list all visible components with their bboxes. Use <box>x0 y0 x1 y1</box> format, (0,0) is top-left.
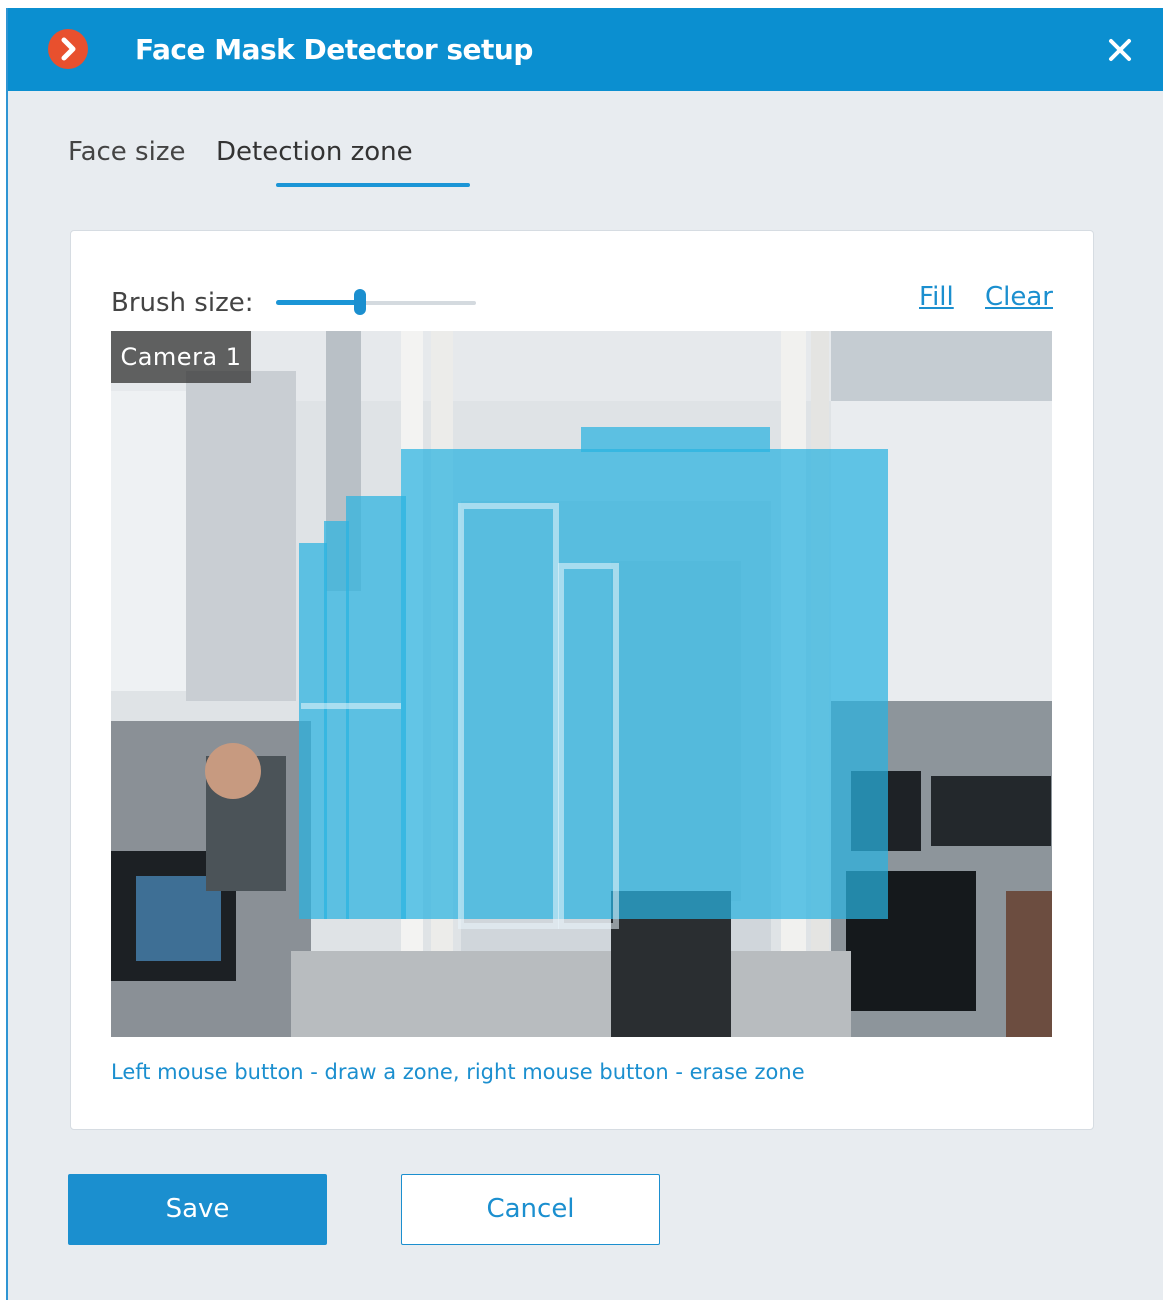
close-icon[interactable] <box>1104 34 1136 66</box>
face-mask-detector-dialog: Face Mask Detector setup Face size Detec… <box>6 8 1163 1300</box>
active-tab-indicator <box>276 183 470 187</box>
save-button[interactable]: Save <box>68 1174 327 1245</box>
dialog-title: Face Mask Detector setup <box>135 33 533 66</box>
detection-zone-mask <box>299 427 888 919</box>
fill-link[interactable]: Fill <box>919 279 954 315</box>
brush-size-label: Brush size: <box>111 288 254 318</box>
app-logo-icon <box>48 29 88 69</box>
tab-face-size[interactable]: Face size <box>68 132 185 172</box>
title-bar: Face Mask Detector setup <box>8 8 1163 91</box>
brush-size-slider[interactable] <box>276 289 476 315</box>
tab-detection-zone[interactable]: Detection zone <box>216 132 413 172</box>
drawing-hint-text: Left mouse button - draw a zone, right m… <box>111 1060 805 1084</box>
detection-zone-panel: Brush size: Fill Clear Camera 1 Left mou… <box>70 230 1094 1130</box>
camera-preview[interactable]: Camera 1 <box>111 331 1052 1037</box>
slider-fill <box>276 300 360 305</box>
slider-thumb[interactable] <box>354 289 366 315</box>
camera-frame-image <box>111 331 1052 1037</box>
cancel-button[interactable]: Cancel <box>401 1174 660 1245</box>
clear-link[interactable]: Clear <box>985 279 1053 315</box>
camera-name-label: Camera 1 <box>111 331 251 383</box>
